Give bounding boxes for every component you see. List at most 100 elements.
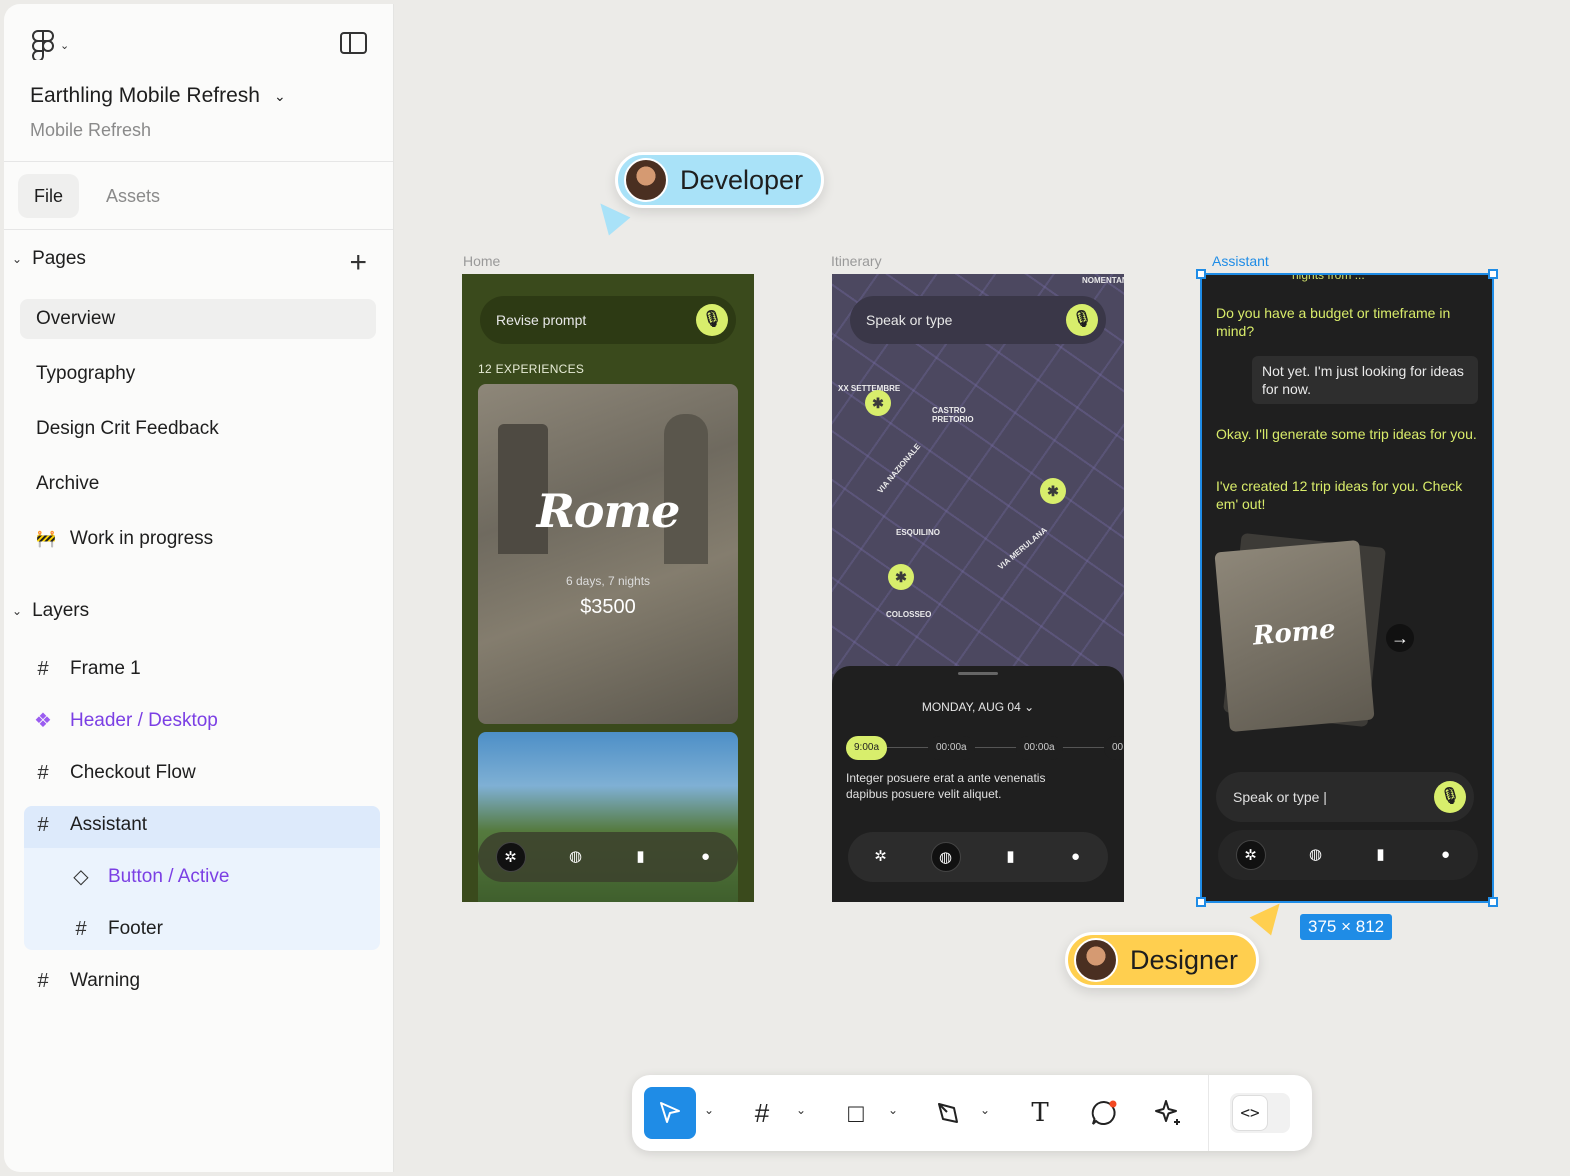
pen-icon [938,1103,958,1123]
chevron-down-icon: ⌄ [60,39,70,52]
microphone-icon[interactable]: 🎙 [1066,304,1098,336]
trip-price: $3500 [580,596,636,618]
experiences-count: 12 EXPERIENCES [478,362,585,376]
page-item-design-crit[interactable]: Design Crit Feedback [20,409,376,449]
designer-cursor-label: Designer [1065,932,1260,988]
speak-or-type-input[interactable]: Speak or type | 🎙 [1216,772,1474,822]
layer-assistant[interactable]: # Assistant [34,802,147,848]
frame-itinerary[interactable]: NOMENTANA XX SETTEMBRE CASTRO PRETORIO E… [832,274,1124,902]
explore-nav-icon[interactable]: ✲ [866,842,896,872]
developer-cursor-label: Developer [615,152,825,208]
chevron-down-icon[interactable]: ⌄ [980,1103,990,1117]
search-placeholder: Revise prompt [496,312,587,328]
frame-tool-button[interactable]: # [742,1087,782,1139]
chevron-down-icon: ⌄ [1024,700,1035,714]
layers-heading: Layers [32,600,90,621]
microphone-icon[interactable]: 🎙 [1434,781,1466,813]
add-page-icon[interactable]: + [349,248,367,278]
profile-nav-icon[interactable]: ● [1431,840,1461,870]
layer-frame-1[interactable]: # Frame 1 [34,646,140,692]
microphone-icon[interactable]: 🎙 [696,304,728,336]
time-slot[interactable]: 00:00a [1016,736,1063,760]
layer-checkout-flow[interactable]: # Checkout Flow [34,750,195,796]
sheet-drag-handle[interactable] [958,672,998,675]
itinerary-nav-icon[interactable]: ▮ [626,842,656,872]
project-subtitle: Mobile Refresh [30,120,152,140]
tab-file[interactable]: File [18,174,80,218]
user-message: Not yet. I'm just looking for ideas for … [1252,356,1478,404]
page-item-label: Work in progress [69,528,214,549]
avatar [624,158,668,202]
code-icon: <> [1232,1095,1268,1131]
rome-trip-card[interactable]: Rome [1214,540,1375,732]
page-item-work-in-progress[interactable]: 🚧 Work in progress [20,519,376,559]
map-pin-icon[interactable]: ✱ [865,390,891,416]
event-description: Integer posuere erat a ante venenatis da… [846,771,1046,801]
pages-heading: Pages [32,248,86,269]
frame-label-home[interactable]: Home [463,253,500,269]
profile-nav-icon[interactable]: ● [1061,842,1091,872]
main-menu-button[interactable]: ⌄ [32,30,69,60]
revise-prompt-input[interactable]: Revise prompt 🎙 [480,296,736,344]
frame-home[interactable]: Revise prompt 🎙 12 EXPERIENCES Rome 6 da… [462,274,754,902]
arrow-right-icon[interactable]: → [1386,624,1414,652]
speak-or-type-input[interactable]: Speak or type 🎙 [850,296,1106,344]
ai-tool-button[interactable] [1146,1087,1190,1139]
explore-nav-icon[interactable]: ✲ [1235,840,1266,870]
layer-label: Header / Desktop [70,710,218,731]
collaborator-name: Developer [680,164,804,195]
time-slot[interactable]: 00:00a [928,736,975,760]
map-label: ESQUILINO [896,528,941,537]
time-slot[interactable]: 9:00a [846,736,888,760]
map-pin-icon[interactable]: ✱ [888,564,914,590]
move-tool-button[interactable] [644,1087,696,1139]
text-tool-button[interactable]: T [1020,1087,1060,1139]
layer-header-desktop[interactable]: ❖ Header / Desktop [34,698,218,744]
map-pin-icon[interactable]: ✱ [1040,478,1066,504]
chevron-down-icon[interactable]: ⌄ [796,1103,806,1117]
bottom-nav: ✲ ◍ ▮ ● [848,832,1108,882]
frame-label-assistant[interactable]: Assistant [1212,253,1269,269]
globe-nav-icon[interactable]: ◍ [930,842,961,872]
toolbar-divider [1208,1075,1209,1151]
date-selector[interactable]: MONDAY, AUG 04 ⌄ [832,700,1124,714]
bottom-nav: ✲ ◍ ▮ ● [1218,830,1478,880]
pen-tool-button[interactable] [928,1087,968,1139]
frame-label-itinerary[interactable]: Itinerary [831,253,882,269]
frame-assistant[interactable]: nights from ... Do you have a budget or … [1202,274,1494,902]
page-item-typography[interactable]: Typography [20,354,376,394]
dev-mode-toggle[interactable]: <> [1230,1093,1290,1133]
itinerary-nav-icon[interactable]: ▮ [1366,840,1396,870]
assistant-message: Okay. I'll generate some trip ideas for … [1216,426,1477,442]
assistant-message: I've created 12 trip ideas for you. Chec… [1216,478,1463,512]
layer-label: Button / Active [108,866,230,887]
search-placeholder: Speak or type [866,312,953,328]
page-item-archive[interactable]: Archive [20,464,376,504]
chevron-down-icon[interactable]: ⌄ [704,1103,714,1117]
globe-nav-icon[interactable]: ◍ [561,842,591,872]
message-cut-off: nights from ... [1292,274,1365,282]
frame-icon: # [37,970,49,992]
explore-nav-icon[interactable]: ✲ [495,842,526,872]
layer-warning[interactable]: # Warning [34,958,140,1004]
project-title[interactable]: Earthling Mobile Refresh ⌄ [30,84,286,108]
comment-tool-button[interactable] [1084,1087,1124,1139]
frame-icon: # [37,814,49,836]
profile-nav-icon[interactable]: ● [691,842,721,872]
frame-icon: # [754,1097,770,1128]
rome-trip-card[interactable]: Rome 6 days, 7 nights $3500 [478,384,738,724]
tab-assets[interactable]: Assets [90,174,176,218]
time-slot[interactable]: 00 [1104,736,1124,760]
shape-tool-button[interactable]: □ [836,1087,876,1139]
layer-footer[interactable]: # Footer [72,906,162,952]
sidebar-tabs: File Assets [4,162,393,230]
layers-section-toggle[interactable]: ⌄ Layers [12,600,89,622]
sidebar-toggle-icon[interactable] [340,32,367,54]
layer-button-active[interactable]: ◇ Button / Active [72,854,229,900]
globe-nav-icon[interactable]: ◍ [1301,840,1331,870]
pages-section-toggle[interactable]: ⌄ Pages [12,248,86,270]
chevron-down-icon[interactable]: ⌄ [888,1103,898,1117]
map-label: CASTRO PRETORIO [932,406,974,424]
itinerary-nav-icon[interactable]: ▮ [996,842,1026,872]
page-item-overview[interactable]: Overview [20,299,376,339]
